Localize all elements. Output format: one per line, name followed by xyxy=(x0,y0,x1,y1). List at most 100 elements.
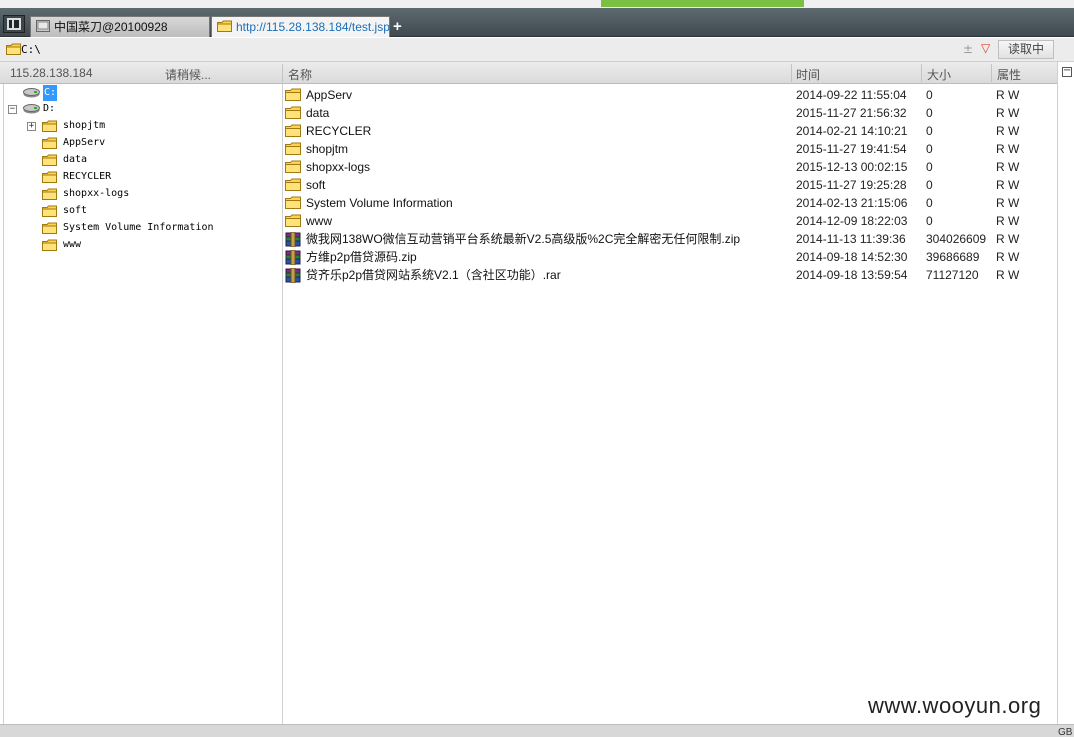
file-size: 39686689 xyxy=(926,250,980,264)
file-size: 0 xyxy=(926,214,933,228)
file-size: 0 xyxy=(926,106,933,120)
file-name: shopjtm xyxy=(306,142,349,156)
status-bar: GB xyxy=(0,724,1074,737)
file-attr: R W xyxy=(996,268,1020,282)
file-size: 0 xyxy=(926,160,933,174)
column-divider[interactable] xyxy=(791,64,792,82)
folder-icon xyxy=(42,137,57,155)
host-label: 115.28.138.184 xyxy=(10,66,93,80)
file-attr: R W xyxy=(996,214,1020,228)
tab-label: http://115.28.138.184/test.jsp xyxy=(236,20,390,34)
expand-icon[interactable]: + xyxy=(27,122,36,131)
file-row[interactable]: 方维p2p借贷源码.zip 2014-09-18 14:52:30 396866… xyxy=(284,248,1056,266)
file-time: 2014-11-13 11:39:36 xyxy=(796,232,906,246)
tree-item-label: AppServ xyxy=(63,137,106,148)
folder-icon xyxy=(6,43,21,58)
folder-icon xyxy=(42,222,57,240)
column-divider[interactable] xyxy=(921,64,922,82)
file-size: 0 xyxy=(926,88,933,102)
column-divider[interactable] xyxy=(282,64,283,82)
file-name: soft xyxy=(306,178,326,192)
file-time: 2015-11-27 19:25:28 xyxy=(796,178,907,192)
tree-item-label: C: xyxy=(43,85,58,101)
file-attr: R W xyxy=(996,124,1020,138)
tab-webshell-url[interactable]: http://115.28.138.184/test.jsp xyxy=(211,16,390,37)
file-row[interactable]: System Volume Information 2014-02-13 21:… xyxy=(284,194,1056,212)
file-row[interactable]: data 2015-11-27 21:56:32 0 R W xyxy=(284,104,1056,122)
file-attr: R W xyxy=(996,196,1020,210)
folder-icon xyxy=(42,239,57,257)
directory-tree: C: − D: + shopjtm AppServ data RECYCLER … xyxy=(3,84,283,724)
file-size: 0 xyxy=(926,178,933,192)
file-attr: R W xyxy=(996,106,1020,120)
tree-item-label: soft xyxy=(63,205,88,216)
column-divider[interactable] xyxy=(991,64,992,82)
tree-item-label: System Volume Information xyxy=(63,222,214,233)
read-button[interactable]: 读取中 xyxy=(998,40,1054,59)
file-row[interactable]: AppServ 2014-09-22 11:55:04 0 R W xyxy=(284,86,1056,104)
tree-item-label: data xyxy=(63,154,88,165)
path-input[interactable] xyxy=(21,41,995,58)
file-attr: R W xyxy=(996,142,1020,156)
file-size: 304026609 xyxy=(926,232,987,246)
column-header-name[interactable]: 名称 xyxy=(288,66,312,83)
file-row[interactable]: soft 2015-11-27 19:25:28 0 R W xyxy=(284,176,1056,194)
file-size: 71127120 xyxy=(926,268,979,282)
column-header-attr[interactable]: 属性 xyxy=(997,66,1021,83)
tree-item-label: RECYCLER xyxy=(63,171,112,182)
file-name: System Volume Information xyxy=(306,196,453,210)
chevron-down-icon[interactable]: ▽ xyxy=(981,41,990,55)
file-name: www xyxy=(306,214,332,228)
folder-icon xyxy=(42,154,57,172)
folder-icon xyxy=(42,188,57,206)
list-header: 115.28.138.184 请稍候... 名称 时间 大小 属性 xyxy=(0,62,1057,84)
file-row[interactable]: shopxx-logs 2015-12-13 00:02:15 0 R W xyxy=(284,158,1056,176)
archive-icon xyxy=(285,267,301,288)
drive-icon xyxy=(23,104,40,120)
file-row[interactable]: shopjtm 2015-11-27 19:41:54 0 R W xyxy=(284,140,1056,158)
file-name: 贷齐乐p2p借贷网站系统V2.1（含社区功能）.rar xyxy=(306,268,561,282)
folder-icon xyxy=(42,171,57,189)
new-tab-button[interactable]: + xyxy=(393,19,402,35)
bookmark-icon[interactable]: ± xyxy=(963,42,973,56)
file-time: 2015-12-13 00:02:15 xyxy=(796,160,908,174)
file-row[interactable]: www 2014-12-09 18:22:03 0 R W xyxy=(284,212,1056,230)
top-strip xyxy=(0,0,1074,8)
drive-icon xyxy=(23,88,40,104)
file-size: 0 xyxy=(926,142,933,156)
file-size: 0 xyxy=(926,196,933,210)
file-time: 2014-09-18 14:52:30 xyxy=(796,250,908,264)
encoding-label[interactable]: GB xyxy=(1058,727,1072,737)
file-row[interactable]: 微我网138WO微信互动营销平台系统最新V2.5高级版%2C完全解密无任何限制.… xyxy=(284,230,1056,248)
folder-icon xyxy=(217,18,232,38)
file-time: 2014-09-18 13:59:54 xyxy=(796,268,908,282)
right-panel-gutter: − xyxy=(1057,62,1074,724)
file-row[interactable]: RECYCLER 2014-02-21 14:10:21 0 R W xyxy=(284,122,1056,140)
tab-label: 中国菜刀@20100928 xyxy=(54,20,168,34)
collapse-panel-button[interactable]: − xyxy=(1062,66,1072,77)
tree-item-label: www xyxy=(63,239,82,250)
window-menu-button[interactable] xyxy=(3,15,25,33)
file-row[interactable]: 贷齐乐p2p借贷网站系统V2.1（含社区功能）.rar 2014-09-18 1… xyxy=(284,266,1056,284)
file-time: 2014-02-21 14:10:21 xyxy=(796,124,908,138)
loading-status: 请稍候... xyxy=(165,68,212,82)
folder-icon xyxy=(42,120,57,138)
green-progress-strip xyxy=(601,0,804,7)
app-icon xyxy=(36,18,50,38)
file-attr: R W xyxy=(996,88,1020,102)
column-header-size[interactable]: 大小 xyxy=(927,66,951,83)
tab-bar: 中国菜刀@20100928 http://115.28.138.184/test… xyxy=(0,8,1074,37)
file-attr: R W xyxy=(996,250,1020,264)
file-time: 2015-11-27 19:41:54 xyxy=(796,142,907,156)
column-header-time[interactable]: 时间 xyxy=(796,66,820,83)
file-size: 0 xyxy=(926,124,933,138)
tree-item-label: shopjtm xyxy=(63,120,106,131)
file-attr: R W xyxy=(996,178,1020,192)
file-time: 2015-11-27 21:56:32 xyxy=(796,106,907,120)
collapse-icon[interactable]: − xyxy=(8,105,17,114)
window-icon xyxy=(7,18,21,30)
file-name: data xyxy=(306,106,330,120)
file-time: 2014-09-22 11:55:04 xyxy=(796,88,907,102)
file-time: 2014-12-09 18:22:03 xyxy=(796,214,908,228)
tab-caidao[interactable]: 中国菜刀@20100928 xyxy=(30,16,210,37)
